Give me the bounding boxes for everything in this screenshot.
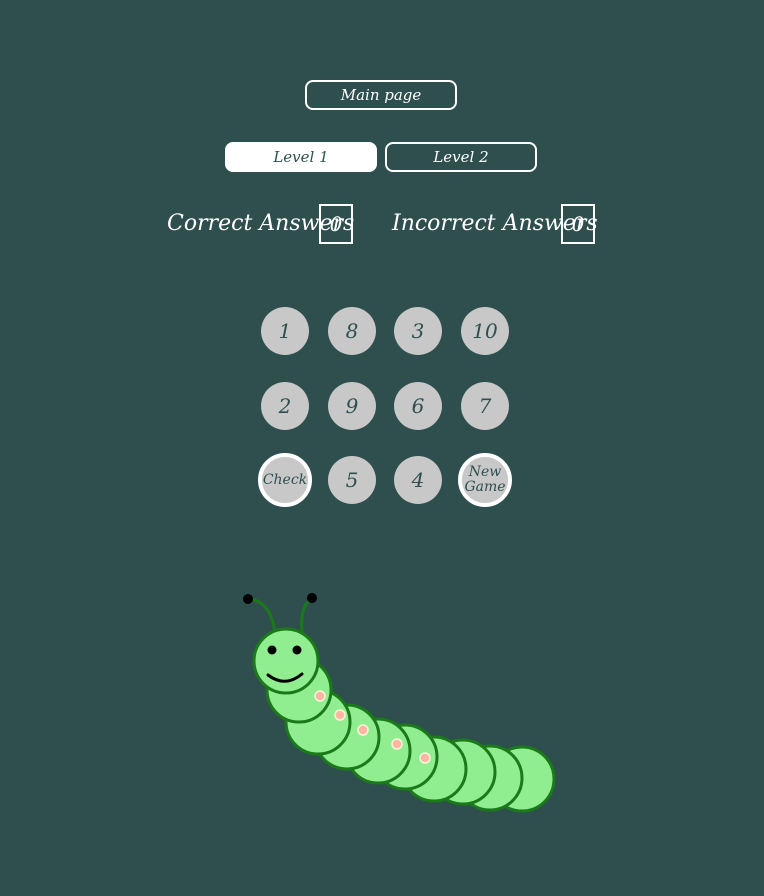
- caterpillar-head: [252, 627, 320, 695]
- caterpillar-antennae: [243, 593, 317, 633]
- caterpillar-illustration: [243, 593, 556, 813]
